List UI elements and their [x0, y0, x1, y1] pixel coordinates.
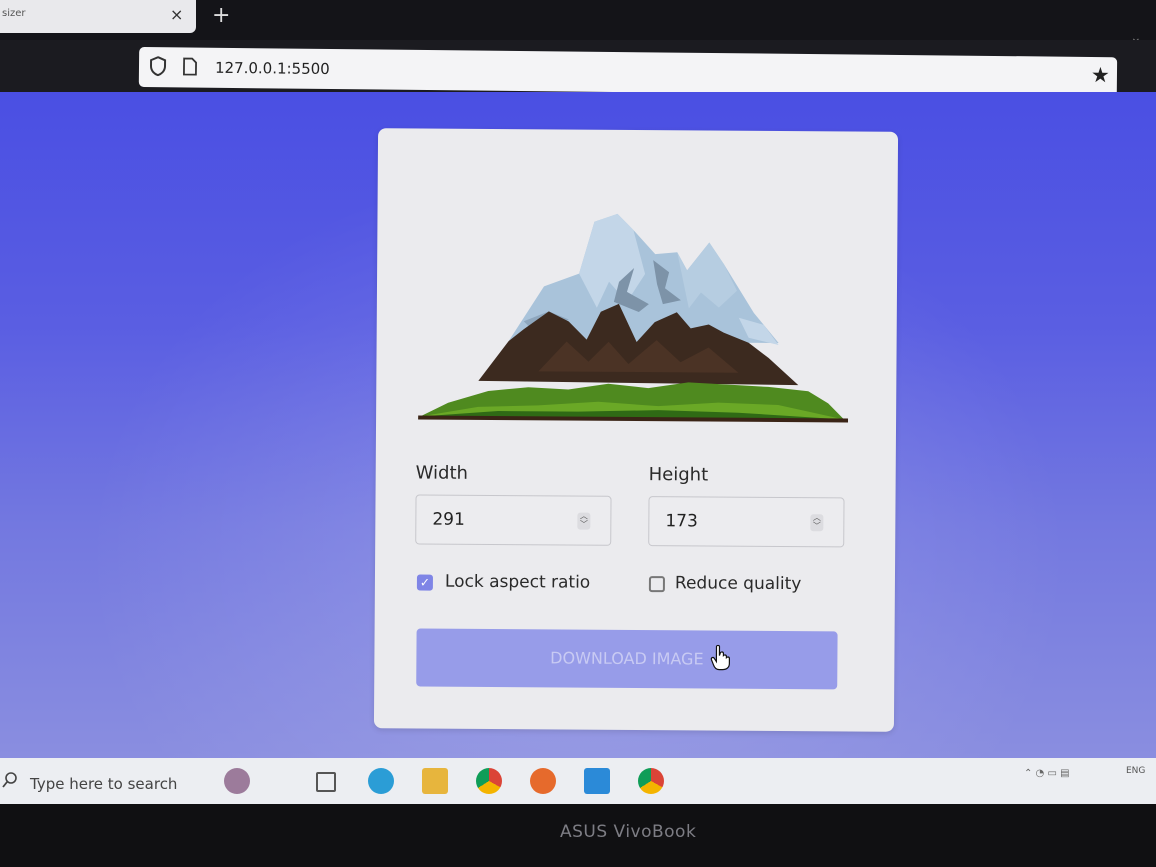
bookmark-star-icon[interactable]: ★ — [1091, 63, 1110, 87]
file-explorer-icon[interactable] — [422, 768, 448, 794]
firefox-icon[interactable] — [530, 768, 556, 794]
windows-taskbar: Type here to search ⌃ ◔ ▭ ▤ ENG — [0, 758, 1156, 804]
browser-tab-strip: sizer × + ⌄ — [0, 0, 1156, 46]
tab-close-button[interactable]: × — [170, 5, 183, 24]
width-stepper[interactable]: ︿ ﹀ — [577, 512, 591, 530]
browser-tab[interactable]: sizer × — [0, 0, 196, 33]
lock-aspect-label[interactable]: Lock aspect ratio — [445, 572, 590, 593]
taskbar-search-input[interactable]: Type here to search — [30, 775, 177, 793]
width-label: Width — [415, 462, 469, 484]
system-tray-icons[interactable]: ⌃ ◔ ▭ ▤ — [1024, 768, 1070, 779]
url-text[interactable]: 127.0.0.1:5500 — [215, 59, 330, 78]
chrome-canary-icon[interactable] — [638, 768, 664, 794]
height-stepper[interactable]: ︿ ﹀ — [810, 513, 824, 532]
download-button-label: DOWNLOAD IMAGE — [550, 648, 704, 669]
language-indicator[interactable]: ENG — [1126, 766, 1145, 776]
search-icon[interactable] — [2, 772, 18, 788]
width-value: 291 — [432, 509, 465, 530]
mountain-preview-image — [418, 213, 849, 423]
shield-icon[interactable] — [149, 56, 167, 77]
hand-cursor-icon — [710, 644, 731, 671]
device-brand-logo: ASUS VivoBook — [560, 822, 697, 842]
page-info-icon[interactable] — [183, 57, 197, 76]
lock-aspect-checkbox[interactable]: ✓ — [416, 574, 433, 591]
reduce-quality-label[interactable]: Reduce quality — [675, 573, 802, 594]
search-highlight-icon[interactable] — [224, 768, 250, 794]
tab-title: sizer — [2, 8, 26, 19]
edge-browser-icon[interactable] — [368, 768, 394, 794]
vscode-icon[interactable] — [584, 768, 610, 794]
task-view-icon[interactable] — [316, 772, 336, 792]
reduce-quality-checkbox[interactable] — [648, 576, 665, 593]
image-resizer-card: Width 291 ︿ ﹀ Height 173 ︿ ﹀ ✓ Lock aspect… — [373, 128, 899, 732]
download-image-button[interactable]: DOWNLOAD IMAGE — [416, 628, 838, 690]
chrome-icon[interactable] — [476, 768, 502, 794]
height-label: Height — [648, 464, 709, 486]
height-value: 173 — [665, 511, 698, 532]
new-tab-button[interactable]: + — [212, 3, 230, 28]
height-input[interactable]: 173 ︿ ﹀ — [648, 496, 845, 548]
width-input[interactable]: 291 ︿ ﹀ — [415, 494, 612, 546]
